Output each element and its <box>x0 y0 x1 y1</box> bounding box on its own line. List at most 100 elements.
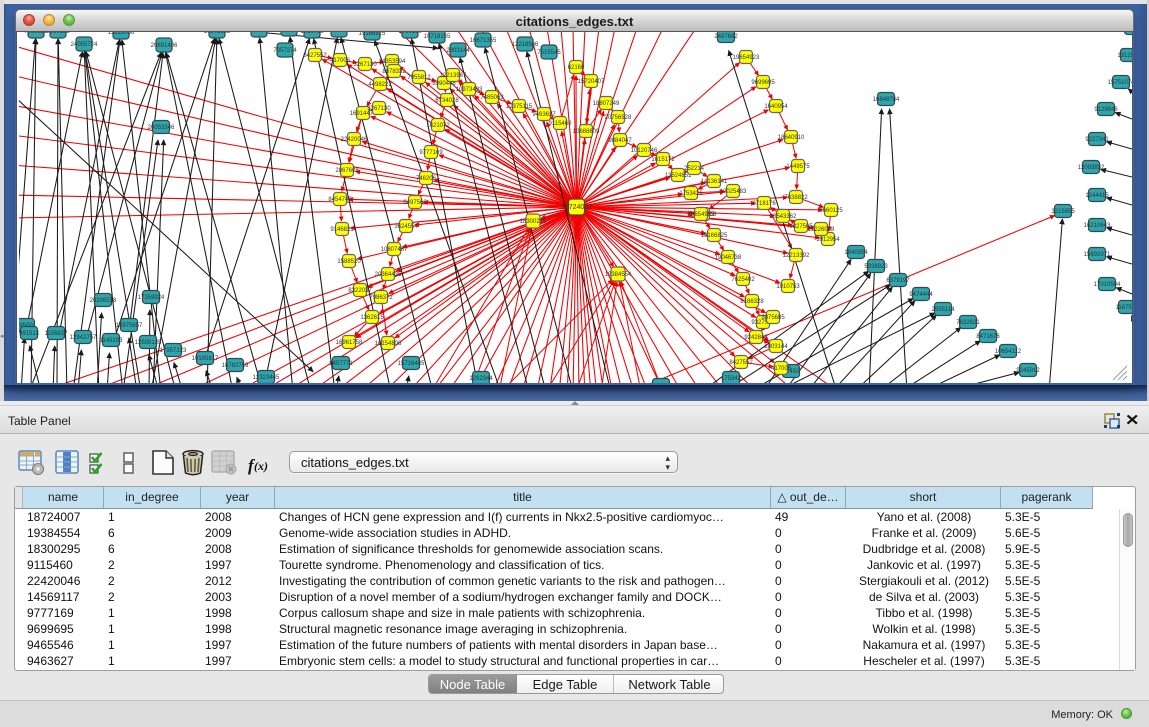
svg-text:14136141: 14136141 <box>701 179 728 185</box>
svg-text:18640910: 18640910 <box>778 135 805 141</box>
svg-text:9227341: 9227341 <box>1085 137 1109 143</box>
svg-text:16671355: 16671355 <box>470 38 497 44</box>
svg-text:9474444: 9474444 <box>909 292 933 298</box>
svg-text:6379197: 6379197 <box>886 278 910 284</box>
svg-text:10688609: 10688609 <box>573 129 600 135</box>
svg-text:7625402: 7625402 <box>731 277 755 283</box>
svg-text:9115460: 9115460 <box>549 121 573 127</box>
svg-text:2803144: 2803144 <box>446 48 470 54</box>
svg-text:18724007: 18724007 <box>561 204 592 211</box>
svg-text:1010753: 1010753 <box>776 284 800 290</box>
svg-text:9129946: 9129946 <box>1094 107 1118 113</box>
svg-text:8322037: 8322037 <box>348 288 372 294</box>
svg-text:8427552: 8427552 <box>729 360 753 366</box>
svg-text:1615172: 1615172 <box>651 157 675 163</box>
svg-text:175342: 175342 <box>721 376 742 382</box>
svg-text:20364436: 20364436 <box>375 272 402 278</box>
svg-text:12375115: 12375115 <box>506 104 533 110</box>
svg-text:1640954: 1640954 <box>764 104 788 110</box>
svg-text:1640954: 1640954 <box>844 250 868 256</box>
svg-text:9884047: 9884047 <box>608 138 632 144</box>
svg-text:7632621: 7632621 <box>956 320 980 326</box>
svg-text:10543362: 10543362 <box>204 32 231 35</box>
svg-text:8427552: 8427552 <box>303 53 327 59</box>
svg-text:12213392: 12213392 <box>276 32 303 33</box>
svg-text:(x): (x) <box>254 459 268 473</box>
svg-text:19166825: 19166825 <box>701 233 728 239</box>
svg-text:8471676: 8471676 <box>976 334 1000 340</box>
svg-text:10973493: 10973493 <box>456 87 483 93</box>
svg-text:24055724: 24055724 <box>71 42 98 48</box>
svg-text:4498222: 4498222 <box>368 82 392 88</box>
svg-text:16210643: 16210643 <box>1084 223 1111 229</box>
svg-text:1449575: 1449575 <box>786 164 810 170</box>
svg-text:20691406: 20691406 <box>151 43 178 49</box>
svg-text:1292344: 1292344 <box>469 376 493 382</box>
svg-text:16648784: 16648784 <box>873 97 900 103</box>
svg-text:10543362: 10543362 <box>770 214 797 220</box>
svg-text:1527602: 1527602 <box>327 32 351 34</box>
svg-text:2487682: 2487682 <box>714 34 738 40</box>
svg-text:15716485: 15716485 <box>398 361 425 367</box>
svg-text:2867608: 2867608 <box>335 168 359 174</box>
svg-text:10719155: 10719155 <box>424 34 451 40</box>
svg-text:12213967: 12213967 <box>440 73 467 79</box>
svg-text:17359924: 17359924 <box>138 295 165 301</box>
svg-text:3912954: 3912954 <box>816 237 840 243</box>
svg-text:12942757: 12942757 <box>70 335 97 341</box>
svg-text:7485063: 7485063 <box>480 95 504 101</box>
svg-text:20206538: 20206538 <box>90 298 117 304</box>
svg-text:15226058: 15226058 <box>108 32 135 36</box>
svg-text:12323445: 12323445 <box>253 375 280 381</box>
svg-text:1010753: 1010753 <box>300 32 324 35</box>
svg-text:20756928: 20756928 <box>605 115 632 121</box>
svg-text:17010504: 17010504 <box>1094 282 1121 288</box>
svg-text:16961758: 16961758 <box>336 340 363 346</box>
svg-text:5938923: 5938923 <box>864 264 888 270</box>
svg-text:13975857: 13975857 <box>116 323 143 329</box>
svg-text:8678332: 8678332 <box>382 69 406 75</box>
svg-text:7955812: 7955812 <box>407 75 431 81</box>
svg-text:7515545: 7515545 <box>537 50 561 56</box>
svg-text:10195817: 10195817 <box>192 356 219 362</box>
svg-text:9699695: 9699695 <box>751 80 775 86</box>
svg-text:2718176: 2718176 <box>752 201 776 207</box>
svg-text:3624554: 3624554 <box>394 224 418 230</box>
svg-text:1167530: 1167530 <box>1116 305 1133 311</box>
svg-text:19046738: 19046738 <box>715 255 742 261</box>
svg-text:12505135: 12505135 <box>135 340 162 346</box>
svg-text:1145193: 1145193 <box>100 338 124 344</box>
svg-text:9777169: 9777169 <box>419 150 443 156</box>
svg-text:18807249: 18807249 <box>593 101 620 107</box>
svg-text:1312565: 1312565 <box>1117 53 1133 59</box>
svg-text:9146821: 9146821 <box>330 227 354 233</box>
svg-text:8186328: 8186328 <box>740 299 764 305</box>
svg-text:9245012: 9245012 <box>1016 368 1040 374</box>
svg-text:252214: 252214 <box>684 166 705 172</box>
svg-text:10654112: 10654112 <box>995 349 1022 355</box>
svg-text:22420046: 22420046 <box>341 137 368 143</box>
svg-text:1244415: 1244415 <box>1085 193 1109 199</box>
svg-text:17957223: 17957223 <box>160 348 187 354</box>
svg-text:9457771: 9457771 <box>329 361 353 367</box>
svg-text:7986372: 7986372 <box>369 295 393 301</box>
svg-text:15692971: 15692971 <box>1084 252 1111 258</box>
svg-text:20053346: 20053346 <box>148 125 175 131</box>
svg-text:15751074: 15751074 <box>1108 80 1133 86</box>
svg-text:7638822: 7638822 <box>24 32 48 35</box>
svg-text:12093832: 12093832 <box>1078 165 1105 171</box>
svg-text:19654985: 19654985 <box>688 212 715 218</box>
svg-text:19384554: 19384554 <box>605 272 632 278</box>
svg-text:10120746: 10120746 <box>631 148 658 154</box>
svg-text:991513: 991513 <box>19 331 40 337</box>
svg-text:10807487: 10807487 <box>381 247 408 253</box>
svg-text:9463627: 9463627 <box>532 112 556 118</box>
svg-text:7357274: 7357274 <box>273 48 297 54</box>
svg-text:8660125: 8660125 <box>819 208 843 214</box>
svg-text:8660125: 8660125 <box>46 32 70 35</box>
svg-text:1362615: 1362615 <box>360 315 384 321</box>
svg-text:2718176: 2718176 <box>247 32 271 34</box>
svg-text:1588520: 1588520 <box>337 259 361 265</box>
svg-text:2803144: 2803144 <box>764 344 788 350</box>
svg-text:2935114: 2935114 <box>932 307 956 313</box>
